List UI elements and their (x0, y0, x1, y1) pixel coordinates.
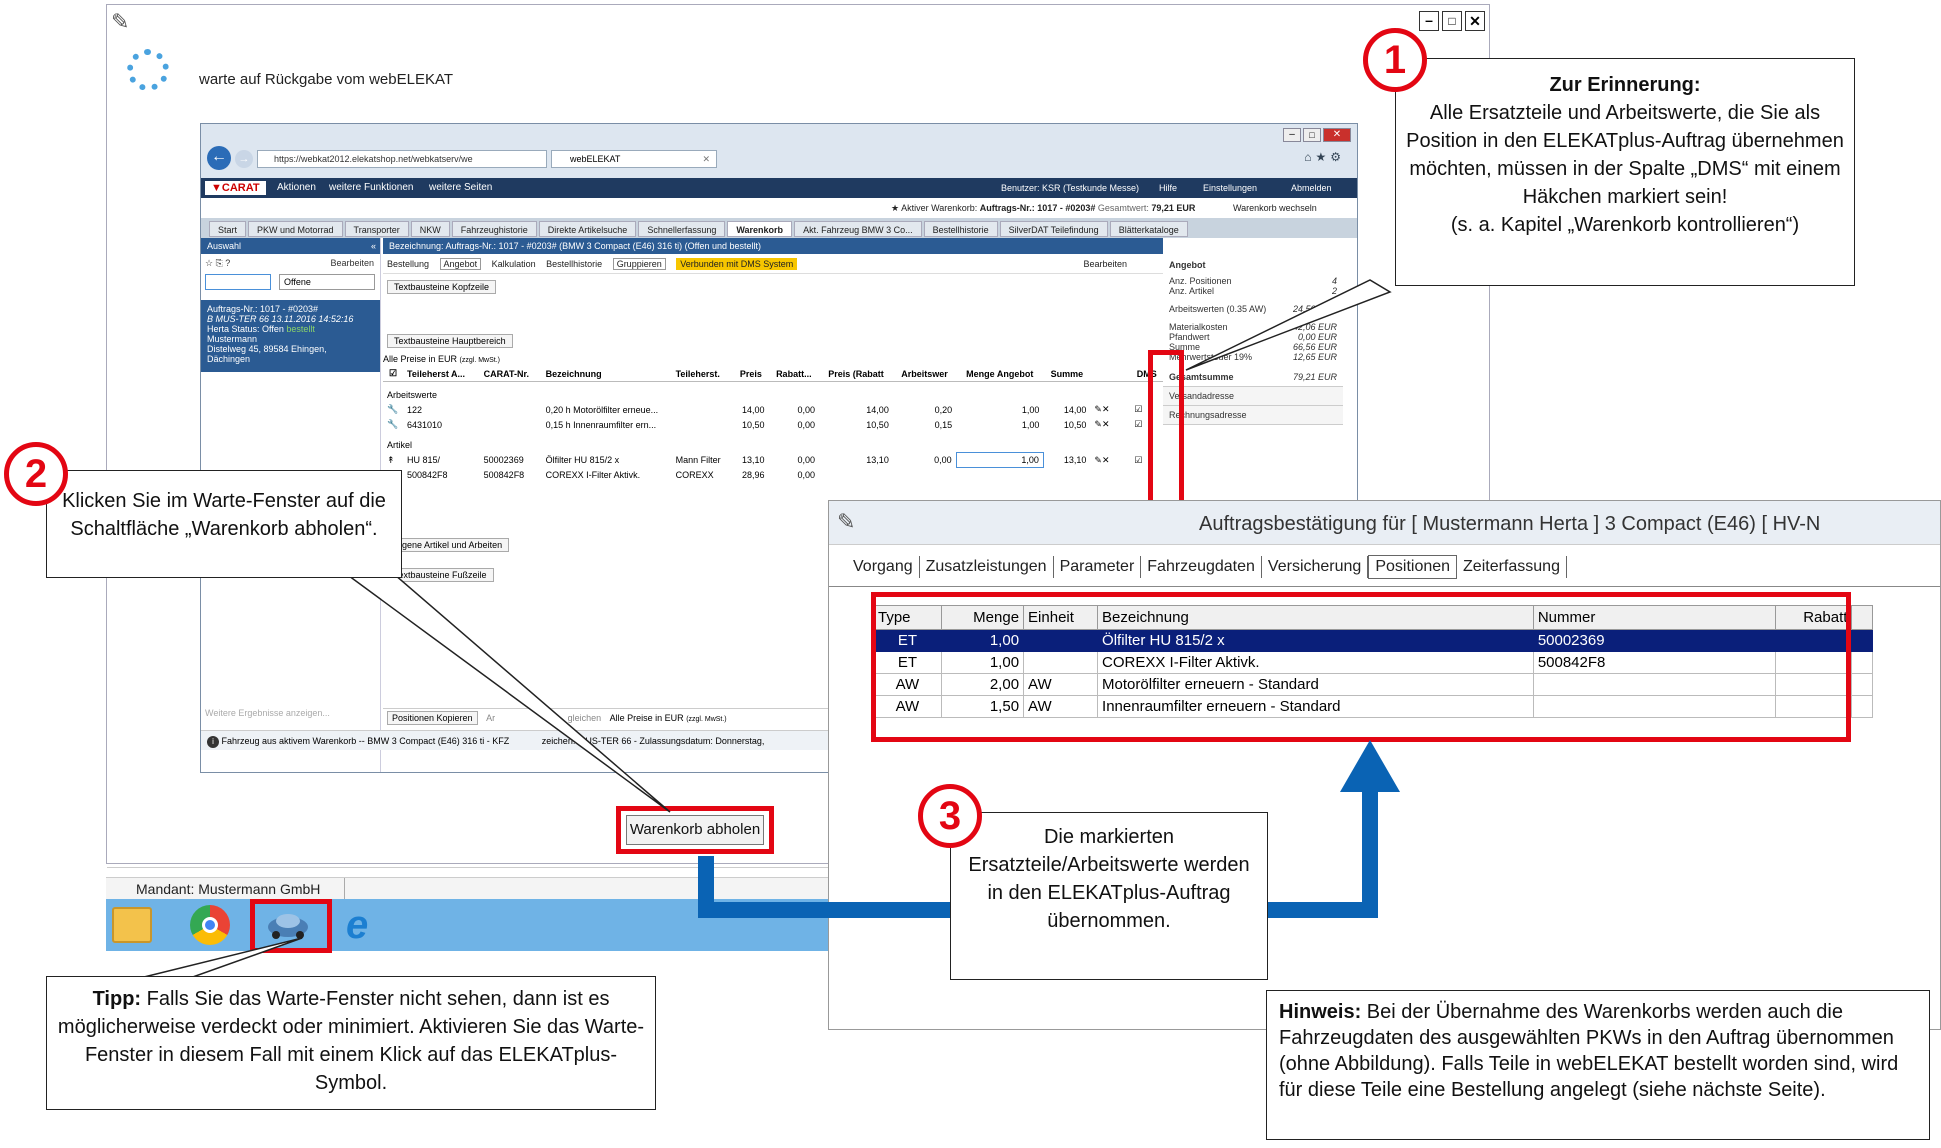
note-text: Bei der Übernahme des Warenkorbs werden … (1279, 1001, 1899, 1101)
callout-transfer-text: Die markierten Ersatzteile/Arbeitswerte … (968, 826, 1250, 932)
callout-note: Hinweis: Bei der Übernahme des Warenkorb… (1266, 990, 1930, 1140)
callout-click-text: Klicken Sie im Warte-Fenster auf die Sch… (62, 490, 386, 540)
callout-reminder-ref: (s. a. Kapitel „Warenkorb kontrollieren“… (1450, 214, 1800, 236)
callout-tip: Tipp: Falls Sie das Warte-Fenster nicht … (46, 976, 656, 1110)
callout-reminder-title: Zur Erinnerung: (1549, 74, 1701, 96)
step-1-badge: 1 (1363, 28, 1427, 92)
tip-text: Falls Sie das Warte-Fenster nicht sehen,… (57, 988, 645, 1094)
callout-reminder-text: Alle Ersatzteile und Arbeitswerte, die S… (1406, 102, 1844, 208)
flow-arrowhead (1340, 740, 1400, 792)
callout-click-wait-window: Klicken Sie im Warte-Fenster auf die Sch… (46, 470, 402, 578)
step-2-badge: 2 (4, 442, 68, 506)
step-3-badge: 3 (918, 784, 982, 848)
note-label: Hinweis: (1279, 1001, 1362, 1023)
callout-transfer: Die markierten Ersatzteile/Arbeitswerte … (950, 812, 1268, 980)
tip-label: Tipp: (92, 988, 142, 1010)
callout-reminder: Zur Erinnerung: Alle Ersatzteile und Arb… (1395, 58, 1855, 286)
